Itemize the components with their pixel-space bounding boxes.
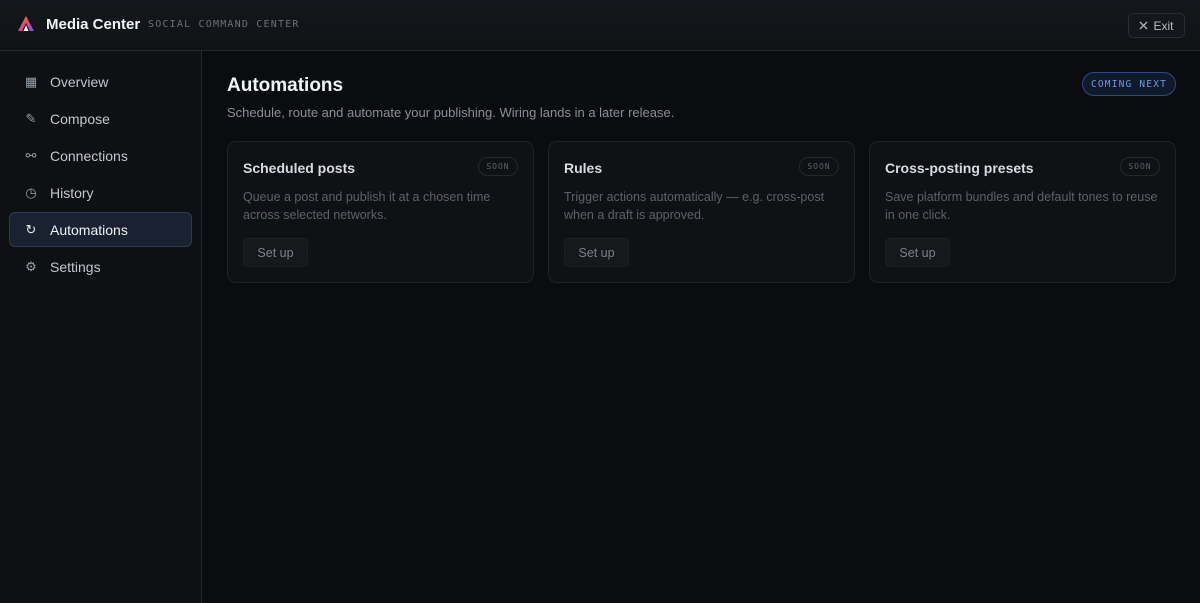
card-scheduled-posts: Scheduled posts SOON Queue a post and pu… — [227, 141, 534, 283]
sidebar-item-automations[interactable]: ↻ Automations — [9, 212, 192, 247]
app-logo-icon — [18, 16, 34, 31]
page-title: Automations — [227, 75, 344, 96]
exit-button[interactable]: Exit — [1128, 13, 1185, 38]
card-description: Trigger actions automatically — e.g. cro… — [564, 190, 825, 222]
sidebar-item-compose[interactable]: ✎ Compose — [9, 101, 192, 136]
sidebar-item-label: Settings — [50, 258, 101, 275]
sidebar-item-label: Compose — [50, 110, 110, 127]
sidebar-item-label: Automations — [50, 221, 128, 238]
sidebar-item-label: Connections — [50, 147, 128, 164]
sidebar: ▦ Overview ✎ Compose ⚯ Connections ◷ His… — [0, 51, 202, 603]
soon-badge: SOON — [478, 157, 518, 176]
sidebar-item-connections[interactable]: ⚯ Connections — [9, 138, 192, 173]
card-title: Scheduled posts — [243, 160, 356, 176]
main-content: Automations Schedule, route and automate… — [202, 51, 1200, 603]
grid-icon: ▦ — [24, 73, 38, 89]
gear-icon: ⚙ — [25, 258, 37, 274]
card-rules: Rules SOON Trigger actions automatically… — [548, 141, 855, 283]
setup-button[interactable]: Set up — [243, 238, 308, 267]
top-bar: Media Center SOCIAL COMMAND CENTER Exit — [0, 0, 1200, 51]
card-title: Rules — [564, 160, 603, 176]
sidebar-item-history[interactable]: ◷ History — [9, 175, 192, 210]
setup-button[interactable]: Set up — [885, 238, 950, 267]
sidebar-item-overview[interactable]: ▦ Overview — [9, 64, 192, 99]
soon-badge: SOON — [799, 157, 839, 176]
close-icon — [1139, 21, 1149, 30]
app-subtitle: SOCIAL COMMAND CENTER — [148, 19, 300, 30]
refresh-icon: ↻ — [25, 221, 37, 237]
card-cross-posting-presets: Cross-posting presets SOON Save platform… — [869, 141, 1176, 283]
coming-next-badge: COMING NEXT — [1082, 72, 1176, 96]
card-title: Cross-posting presets — [885, 160, 1034, 176]
page-description: Schedule, route and automate your publis… — [227, 105, 675, 120]
sidebar-item-label: History — [50, 184, 94, 201]
sidebar-item-settings[interactable]: ⚙ Settings — [9, 249, 192, 284]
card-description: Queue a post and publish it at a chosen … — [243, 190, 491, 222]
app-title: Media Center — [46, 16, 141, 33]
link-icon: ⚯ — [25, 147, 37, 163]
setup-button[interactable]: Set up — [564, 238, 629, 267]
clock-icon: ◷ — [25, 184, 37, 200]
sidebar-item-label: Overview — [50, 73, 109, 90]
card-description: Save platform bundles and default tones … — [885, 190, 1158, 222]
pen-icon: ✎ — [25, 110, 37, 126]
exit-label: Exit — [1153, 18, 1174, 33]
soon-badge: SOON — [1120, 157, 1160, 176]
